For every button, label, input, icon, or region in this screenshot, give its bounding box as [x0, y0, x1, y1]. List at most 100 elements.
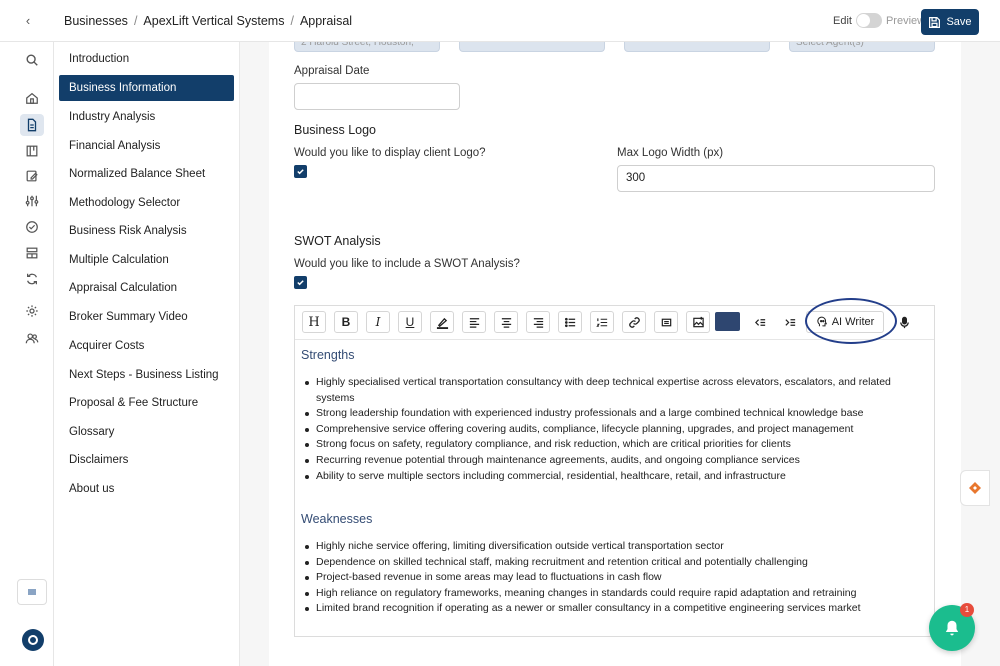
section-item-normalized-balance-sheet[interactable]: Normalized Balance Sheet — [59, 161, 234, 187]
breadcrumb: Businesses / ApexLift Vertical Systems / App… — [64, 14, 352, 28]
list-item: Recurring revenue potential through main… — [303, 453, 913, 469]
section-item-broker-summary-video[interactable]: Broker Summary Video — [59, 304, 234, 330]
breadcrumb-businesses[interactable]: Businesses — [64, 14, 128, 28]
mode-switch[interactable] — [855, 13, 882, 28]
save-label: Save — [946, 16, 972, 28]
refresh-icon[interactable] — [20, 268, 44, 290]
home-icon[interactable] — [20, 87, 44, 109]
italic-button[interactable]: I — [366, 311, 390, 333]
breadcrumb-separator: / — [290, 14, 294, 28]
weaknesses-heading: Weaknesses — [301, 512, 373, 526]
workspace-switcher-button[interactable] — [17, 579, 47, 605]
align-right-button[interactable] — [526, 311, 550, 333]
align-right-icon — [533, 317, 543, 328]
edit-preview-toggle[interactable]: Edit Preview — [833, 13, 925, 28]
microphone-icon — [899, 316, 909, 328]
icon-rail — [0, 42, 54, 666]
section-item-multiple-calculation[interactable]: Multiple Calculation — [59, 247, 234, 273]
align-center-icon — [501, 317, 511, 328]
address-field[interactable]: 2 Harold Street, Houston, — [294, 42, 440, 52]
display-logo-checkbox[interactable] — [294, 165, 307, 178]
appraisal-date-input[interactable] — [294, 83, 460, 110]
underline-button[interactable]: U — [398, 311, 422, 333]
numbered-list-icon — [595, 317, 607, 327]
swot-editor[interactable]: H B I U AI Writer Strengths Highly speci… — [294, 305, 935, 637]
max-logo-width-input[interactable]: 300 — [617, 165, 935, 192]
agent-select[interactable]: Select Agent(s) — [789, 42, 935, 52]
layout-icon[interactable] — [20, 242, 44, 264]
business-logo-heading: Business Logo — [294, 123, 377, 137]
highlighter-icon — [436, 317, 448, 329]
check-circle-icon[interactable] — [20, 216, 44, 238]
sliders-icon[interactable] — [20, 190, 44, 212]
users-icon[interactable] — [20, 327, 44, 349]
preview-label: Preview — [885, 14, 926, 27]
section-item-glossary[interactable]: Glossary — [59, 419, 234, 445]
edit-icon[interactable] — [20, 165, 44, 187]
align-center-button[interactable] — [494, 311, 518, 333]
ai-writer-highlight-ring — [805, 298, 897, 344]
link-button[interactable] — [622, 311, 646, 333]
breadcrumb-current: Appraisal — [299, 14, 353, 28]
section-item-industry-analysis[interactable]: Industry Analysis — [59, 104, 234, 130]
avatar[interactable] — [22, 629, 44, 651]
indent-button[interactable] — [778, 311, 802, 333]
city-field[interactable] — [459, 42, 605, 52]
appraisal-date-label: Appraisal Date — [294, 65, 370, 77]
save-icon — [929, 16, 941, 28]
calendar-icon[interactable] — [20, 140, 44, 162]
embed-icon — [661, 318, 671, 326]
workspace-icon — [28, 589, 36, 595]
logo-diamond-icon — [969, 482, 981, 494]
section-item-business-information[interactable]: Business Information — [59, 75, 234, 101]
embed-button[interactable] — [654, 311, 678, 333]
breadcrumb-business[interactable]: ApexLift Vertical Systems — [143, 14, 284, 28]
save-button[interactable]: Save — [921, 9, 979, 35]
swot-heading: SWOT Analysis — [294, 234, 381, 248]
weaknesses-list: Highly niche service offering, limiting … — [303, 539, 913, 617]
list-item: Comprehensive service offering covering … — [303, 422, 913, 438]
list-item: Strong leadership foundation with experi… — [303, 406, 913, 422]
section-nav: Introduction Business Information Indust… — [54, 42, 240, 666]
strengths-list: Highly specialised vertical transportati… — [303, 375, 913, 484]
section-item-business-risk-analysis[interactable]: Business Risk Analysis — [59, 218, 234, 244]
collapse-sidebar-icon[interactable]: ‹ — [18, 11, 38, 31]
settings-icon[interactable] — [20, 300, 44, 322]
align-left-button[interactable] — [462, 311, 486, 333]
outdent-icon — [754, 318, 765, 326]
state-field[interactable] — [624, 42, 770, 52]
section-item-proposal-fee-structure[interactable]: Proposal & Fee Structure — [59, 390, 234, 416]
list-item: High reliance on regulatory frameworks, … — [303, 586, 913, 602]
section-item-financial-analysis[interactable]: Financial Analysis — [59, 133, 234, 159]
section-item-about-us[interactable]: About us — [59, 476, 234, 502]
image-icon — [692, 316, 704, 327]
bullet-list-icon — [564, 317, 575, 327]
bell-icon — [945, 620, 959, 636]
search-icon[interactable] — [20, 49, 44, 71]
text-color-swatch[interactable] — [715, 312, 740, 331]
document-icon[interactable] — [20, 114, 44, 136]
highlight-button[interactable] — [430, 311, 454, 333]
list-item: Ability to serve multiple sectors includ… — [303, 469, 913, 485]
list-item: Highly specialised vertical transportati… — [303, 375, 913, 406]
list-item: Dependence on skilled technical staff, m… — [303, 555, 913, 571]
swot-checkbox[interactable] — [294, 276, 307, 289]
section-item-disclaimers[interactable]: Disclaimers — [59, 447, 234, 473]
bullet-list-button[interactable] — [558, 311, 582, 333]
numbered-list-button[interactable] — [590, 311, 614, 333]
heading-button[interactable]: H — [302, 311, 326, 333]
section-item-acquirer-costs[interactable]: Acquirer Costs — [59, 333, 234, 359]
section-item-introduction[interactable]: Introduction — [59, 46, 234, 72]
section-item-appraisal-calculation[interactable]: Appraisal Calculation — [59, 275, 234, 301]
check-icon — [297, 169, 304, 175]
bold-button[interactable]: B — [334, 311, 358, 333]
section-item-methodology-selector[interactable]: Methodology Selector — [59, 190, 234, 216]
section-item-next-steps[interactable]: Next Steps - Business Listing — [59, 362, 234, 388]
max-logo-width-label: Max Logo Width (px) — [617, 147, 724, 159]
image-button[interactable] — [686, 311, 710, 333]
side-widget-tab[interactable] — [960, 470, 990, 506]
outdent-button[interactable] — [748, 311, 772, 333]
swot-question: Would you like to include a SWOT Analysi… — [294, 258, 520, 270]
list-item: Limited brand recognition if operating a… — [303, 601, 913, 617]
strengths-heading: Strengths — [301, 348, 355, 362]
